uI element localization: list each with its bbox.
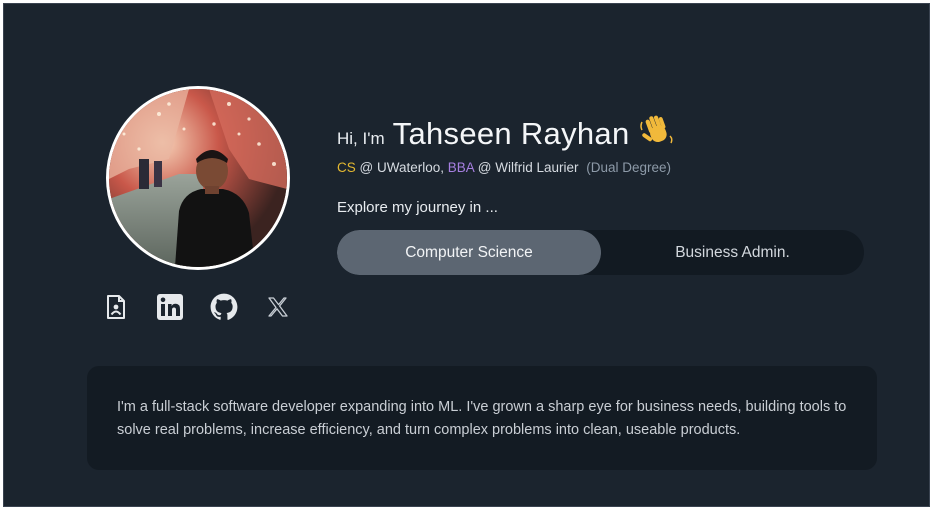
bba-label: BBA bbox=[447, 160, 475, 175]
wave-hand-icon bbox=[639, 114, 674, 144]
explore-prompt: Explore my journey in ... bbox=[337, 199, 498, 216]
bba-school: @ Wilfrid Laurier bbox=[474, 160, 583, 175]
profile-photo bbox=[109, 89, 287, 267]
cs-label: CS bbox=[337, 160, 356, 175]
journey-toggle: Computer Science Business Admin. bbox=[337, 230, 864, 275]
github-icon[interactable] bbox=[209, 292, 239, 322]
greeting-text: Hi, I'm bbox=[337, 129, 385, 148]
x-twitter-icon[interactable] bbox=[265, 292, 291, 322]
profile-name: Tahseen Rayhan bbox=[392, 116, 630, 151]
bio-card: I'm a full-stack software developer expa… bbox=[87, 366, 877, 470]
toggle-computer-science[interactable]: Computer Science bbox=[337, 230, 601, 275]
dual-degree-note: (Dual Degree) bbox=[586, 160, 672, 175]
resume-file-icon[interactable] bbox=[104, 292, 128, 322]
bio-text: I'm a full-stack software developer expa… bbox=[117, 399, 847, 438]
degree-info: CS @ UWaterloo, BBA @ Wilfrid Laurier (D… bbox=[337, 160, 671, 175]
profile-avatar bbox=[106, 86, 290, 270]
linkedin-icon[interactable] bbox=[155, 292, 185, 322]
cs-school: @ UWaterloo, bbox=[355, 160, 448, 175]
greeting-heading: Hi, I'm Tahseen Rayhan bbox=[337, 112, 674, 152]
toggle-business-admin[interactable]: Business Admin. bbox=[601, 230, 864, 275]
